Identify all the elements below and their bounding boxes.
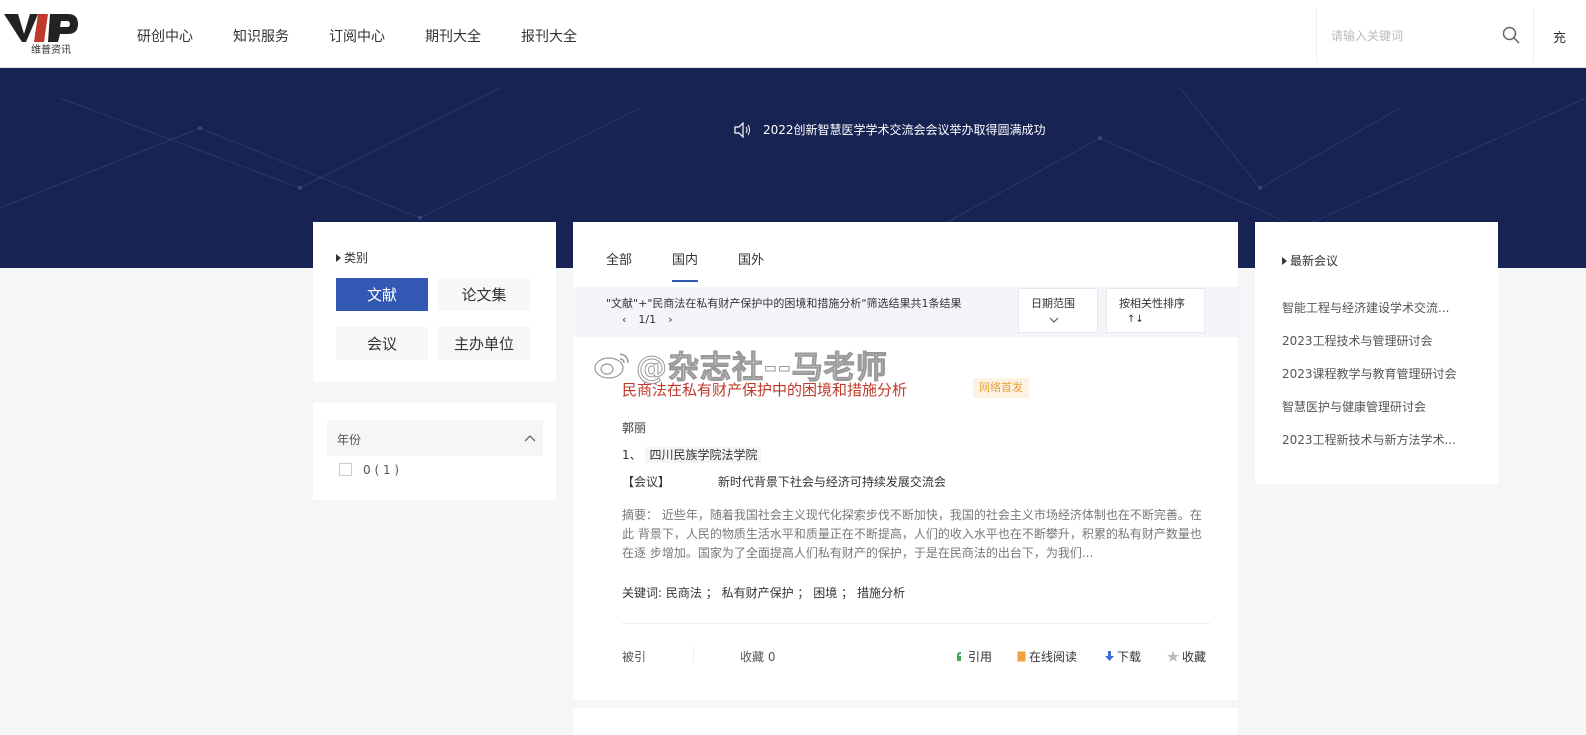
sort-dropdown[interactable]: 按相关性排序 ↑↓: [1106, 288, 1205, 333]
result-title-link[interactable]: 民商法在私有财产保护中的困境和措施分析: [622, 379, 907, 400]
download-button[interactable]: 下载: [1105, 648, 1141, 665]
author-link[interactable]: 郭丽: [622, 419, 646, 436]
filter-summary-text: "文献"+"民商法在私有财产保护中的困境和措施分析"筛选结果共1条结果: [606, 297, 962, 310]
nav-research-center[interactable]: 研创中心: [137, 26, 193, 46]
category-title-text: 类别: [344, 251, 369, 265]
cited-count: 被引: [622, 650, 647, 664]
nav-subscription-center[interactable]: 订阅中心: [329, 26, 385, 46]
banner-notice[interactable]: 2022创新智慧医学学术交流会会议举办取得圆满成功: [733, 121, 1046, 138]
nav-knowledge-service[interactable]: 知识服务: [233, 26, 289, 46]
read-online-label: 在线阅读: [1029, 650, 1078, 664]
chevron-up-icon[interactable]: [523, 431, 537, 445]
conference-link[interactable]: 新时代背景下社会与经济可持续发展交流会: [718, 475, 946, 489]
organization-index: 1、: [622, 448, 642, 462]
category-literature-button[interactable]: 文献: [336, 278, 428, 311]
year-option-label: 0 ( 1 ): [363, 463, 400, 477]
triangle-icon: [336, 253, 341, 262]
latest-conferences-title-text: 最新会议: [1290, 254, 1339, 268]
keyword-link[interactable]: 民商法: [666, 586, 702, 600]
quote-icon: [957, 652, 961, 661]
category-proceedings-button[interactable]: 论文集: [438, 278, 530, 311]
next-result-card: [573, 708, 1238, 735]
nav-journals[interactable]: 期刊大全: [425, 26, 481, 46]
nav-newspapers[interactable]: 报刊大全: [521, 26, 577, 46]
logo-subtitle: 维普资讯: [31, 45, 71, 56]
pager: ‹ 1/1 ›: [616, 312, 679, 328]
latest-conference-item[interactable]: 2023工程技术与管理研讨会: [1282, 332, 1457, 365]
favorite-label: 收藏: [1182, 650, 1207, 664]
year-filter-header[interactable]: 年份: [327, 420, 543, 456]
latest-conference-item[interactable]: 2023工程新技术与新方法学术...: [1282, 431, 1457, 464]
search-box: [1316, 8, 1534, 62]
category-title: 类别: [336, 249, 368, 266]
download-label: 下载: [1117, 650, 1142, 664]
filter-summary: "文献"+"民商法在私有财产保护中的困境和措施分析"筛选结果共1条结果 ‹ 1/…: [606, 296, 991, 328]
category-organizer-button[interactable]: 主办单位: [438, 327, 530, 360]
latest-conferences-title: 最新会议: [1282, 252, 1338, 269]
year-checkbox[interactable]: [339, 463, 352, 476]
keyword-link[interactable]: 措施分析: [857, 586, 905, 600]
notice-text: 2022创新智慧医学学术交流会会议举办取得圆满成功: [763, 123, 1046, 137]
divider: [693, 646, 694, 662]
recharge-link[interactable]: 充: [1553, 27, 1566, 46]
favorite-button[interactable]: 收藏: [1167, 648, 1206, 665]
cite-button[interactable]: 引用: [956, 648, 992, 665]
year-filter-panel: 年份 0 ( 1 ): [313, 403, 556, 500]
latest-conference-item[interactable]: 2023课程教学与教育管理研讨会: [1282, 365, 1457, 398]
document-icon: [1017, 651, 1026, 662]
tab-foreign[interactable]: 国外: [738, 249, 764, 282]
chevron-down-icon: [1049, 317, 1059, 323]
star-icon: [1167, 651, 1179, 662]
top-header: 维普资讯 研创中心 知识服务 订阅中心 期刊大全 报刊大全 充: [0, 0, 1586, 68]
online-first-badge: 网络首发: [973, 378, 1029, 398]
results-panel: 全部 国内 国外 "文献"+"民商法在私有财产保护中的困境和措施分析"筛选结果共…: [573, 222, 1238, 700]
triangle-icon: [1282, 256, 1287, 265]
year-filter-label: 年份: [337, 433, 362, 447]
search-input[interactable]: [1331, 25, 1491, 47]
keyword-link[interactable]: 困境: [813, 586, 837, 600]
filter-bar: "文献"+"民商法在私有财产保护中的困境和措施分析"筛选结果共1条结果 ‹ 1/…: [573, 287, 1238, 337]
pager-page: 1/1: [638, 313, 657, 326]
category-conference-button[interactable]: 会议: [336, 327, 428, 360]
latest-conference-item[interactable]: 智能工程与经济建设学术交流...: [1282, 299, 1457, 332]
date-range-dropdown[interactable]: 日期范围: [1018, 288, 1098, 333]
divider: [622, 623, 1210, 624]
latest-conference-item[interactable]: 智慧医护与健康管理研讨会: [1282, 398, 1457, 431]
keywords-row: 关键词: 民商法 ； 私有财产保护 ； 困境 ； 措施分析: [622, 586, 905, 600]
latest-conferences-list: 智能工程与经济建设学术交流... 2023工程技术与管理研讨会 2023课程教学…: [1282, 299, 1457, 464]
search-icon[interactable]: [1501, 25, 1521, 45]
favorite-count: 收藏 0: [740, 650, 776, 664]
cite-label: 引用: [968, 650, 993, 664]
keywords-label: 关键词:: [622, 586, 663, 600]
conference-tag: 【会议】: [622, 475, 671, 489]
tab-domestic[interactable]: 国内: [672, 249, 699, 282]
organization-link[interactable]: 四川民族学院法学院: [645, 447, 762, 463]
category-panel: 类别 文献 论文集 会议 主办单位: [313, 222, 556, 382]
read-online-button[interactable]: 在线阅读: [1017, 648, 1077, 665]
abstract-text: 摘要： 近些年，随着我国社会主义现代化探索步伐不断加快，我国的社会主义市场经济体…: [622, 508, 1202, 560]
region-tabs: 全部 国内 国外: [606, 249, 804, 282]
tab-all[interactable]: 全部: [606, 249, 632, 282]
pager-prev-button[interactable]: ‹: [622, 312, 626, 328]
pager-next-button[interactable]: ›: [668, 312, 672, 328]
sort-label: 按相关性排序: [1119, 297, 1185, 310]
main-nav: 研创中心 知识服务 订阅中心 期刊大全 报刊大全: [137, 26, 617, 46]
keyword-link[interactable]: 私有财产保护: [722, 586, 794, 600]
download-icon: [1105, 651, 1114, 661]
latest-conferences-panel: 最新会议 智能工程与经济建设学术交流... 2023工程技术与管理研讨会 202…: [1255, 222, 1498, 484]
organization-row: 1、 四川民族学院法学院: [622, 446, 762, 463]
date-range-label: 日期范围: [1031, 297, 1075, 310]
sort-arrows-icon: ↑↓: [1127, 314, 1144, 325]
speaker-icon: [734, 121, 750, 138]
conference-row: 【会议】 新时代背景下社会与经济可持续发展交流会: [622, 473, 946, 490]
